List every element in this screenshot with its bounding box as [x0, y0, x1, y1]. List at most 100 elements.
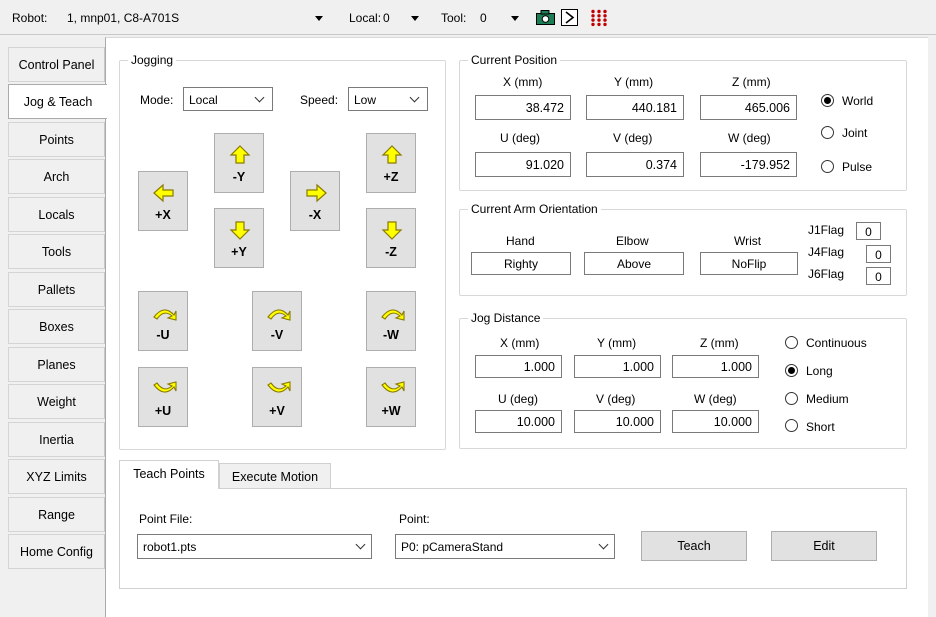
mode-world-radio[interactable] [821, 94, 834, 107]
jog-pos-v-button[interactable]: +V [252, 367, 302, 427]
jog-neg-u-label: -U [156, 328, 170, 342]
j4flag-value: 0 [866, 245, 891, 263]
speed-label: Speed: [300, 93, 339, 107]
dist-w-value[interactable]: 10.000 [672, 410, 759, 433]
dist-medium-radio[interactable] [785, 392, 798, 405]
dist-v-value[interactable]: 10.000 [574, 410, 661, 433]
mode-joint-radio[interactable] [821, 126, 834, 139]
rotate-ccw-icon [379, 302, 405, 324]
jog-neg-x-button[interactable]: -X [290, 171, 340, 231]
point-select[interactable]: P0: pCameraStand [395, 534, 615, 559]
jog-pos-y-button[interactable]: +Y [214, 208, 264, 268]
j1flag-value: 0 [856, 222, 881, 240]
sidebar-tab-pallets[interactable]: Pallets [8, 272, 105, 307]
local-label: Local: [349, 11, 382, 25]
jog-pos-z-button[interactable]: +Z [366, 133, 416, 193]
jog-neg-w-button[interactable]: -W [366, 291, 416, 351]
tab-teach-points[interactable]: Teach Points [119, 460, 219, 489]
sidebar-tab-xyz-limits[interactable]: XYZ Limits [8, 459, 105, 494]
arrow-down-icon [227, 219, 253, 241]
dist-y-value[interactable]: 1.000 [574, 355, 661, 378]
jog-neg-y-label: -Y [232, 170, 246, 184]
pos-w-value: -179.952 [700, 152, 797, 177]
arrow-right-icon [303, 182, 329, 204]
dist-long-radio[interactable] [785, 364, 798, 377]
speed-select-value: Low [354, 93, 377, 107]
rotate-cw-icon [379, 378, 405, 400]
jog-neg-v-label: -V [270, 328, 284, 342]
hand-label: Hand [506, 234, 535, 248]
chevron-down-icon [511, 16, 519, 21]
elbow-value: Above [584, 252, 684, 275]
jog-neg-u-button[interactable]: -U [138, 291, 188, 351]
sidebar-tab-jog-teach[interactable]: Jog & Teach [8, 84, 107, 119]
wrist-value: NoFlip [700, 252, 798, 275]
io-grid-icon[interactable] [590, 9, 608, 27]
edit-button[interactable]: Edit [771, 531, 877, 561]
chevron-down-icon [254, 92, 265, 103]
rotate-ccw-icon [265, 302, 291, 324]
dist-v-label: V (deg) [596, 392, 636, 406]
sidebar-tab-home-config[interactable]: Home Config [8, 534, 105, 569]
sidebar-tab-points[interactable]: Points [8, 122, 105, 157]
pos-w-label: W (deg) [728, 131, 771, 145]
jog-pos-x-button[interactable]: +X [138, 171, 188, 231]
dist-x-label: X (mm) [500, 336, 540, 350]
jog-pos-u-label: +U [154, 404, 172, 418]
robot-toolbar: Robot: 1, mnp01, C8-A701S Local: 0 Tool:… [0, 0, 936, 35]
teach-button[interactable]: Teach [641, 531, 747, 561]
local-select[interactable]: 0 [382, 6, 424, 28]
arrow-left-icon [151, 182, 177, 204]
dist-z-value[interactable]: 1.000 [672, 355, 759, 378]
dist-short-radio[interactable] [785, 419, 798, 432]
sidebar-tab-inertia[interactable]: Inertia [8, 422, 105, 457]
mode-pulse-radio[interactable] [821, 160, 834, 173]
sidebar-tab-locals[interactable]: Locals [8, 197, 105, 232]
play-icon[interactable] [561, 9, 578, 26]
dist-continuous-radio[interactable] [785, 336, 798, 349]
jog-neg-v-button[interactable]: -V [252, 291, 302, 351]
dist-u-value[interactable]: 10.000 [475, 410, 562, 433]
dist-medium-label: Medium [806, 392, 849, 406]
jog-teach-panel: Jogging Mode: Local Speed: Low -Y +Y +X … [105, 37, 928, 617]
jog-distance-group: Jog Distance X (mm) Y (mm) Z (mm) 1.000 … [459, 311, 907, 449]
rotate-cw-icon [151, 378, 177, 400]
tool-label: Tool: [441, 11, 467, 25]
mode-joint-label: Joint [842, 126, 868, 140]
current-position-group: Current Position X (mm) Y (mm) Z (mm) 38… [459, 53, 907, 191]
point-file-select[interactable]: robot1.pts [137, 534, 372, 559]
jog-pos-w-button[interactable]: +W [366, 367, 416, 427]
tool-select[interactable]: 0 [474, 6, 526, 28]
robot-select-value: 1, mnp01, C8-A701S [67, 11, 180, 25]
mode-pulse-label: Pulse [842, 160, 873, 174]
pos-x-label: X (mm) [503, 75, 543, 89]
sidebar-tab-tools[interactable]: Tools [8, 234, 105, 269]
sidebar-tab-planes[interactable]: Planes [8, 347, 105, 382]
jog-neg-y-button[interactable]: -Y [214, 133, 264, 193]
robot-select[interactable]: 1, mnp01, C8-A701S [60, 6, 330, 28]
sidebar-tab-arch[interactable]: Arch [8, 159, 105, 194]
speed-select[interactable]: Low [348, 87, 428, 111]
jog-pos-u-button[interactable]: +U [138, 367, 188, 427]
dist-long-label: Long [806, 364, 833, 378]
dist-x-value[interactable]: 1.000 [475, 355, 562, 378]
jog-pos-x-label: +X [155, 208, 171, 222]
sidebar-tab-weight[interactable]: Weight [8, 384, 105, 419]
jogging-title: Jogging [128, 53, 177, 67]
jog-neg-z-button[interactable]: -Z [366, 208, 416, 268]
elbow-label: Elbow [616, 234, 649, 248]
sidebar-tab-boxes[interactable]: Boxes [8, 309, 105, 344]
camera-icon[interactable] [536, 10, 555, 25]
dist-u-label: U (deg) [498, 392, 539, 406]
dist-short-label: Short [806, 420, 835, 434]
j6flag-value: 0 [866, 267, 891, 285]
sidebar-tab-range[interactable]: Range [8, 497, 105, 532]
mode-select[interactable]: Local [183, 87, 273, 111]
pos-z-value: 465.006 [700, 95, 797, 120]
sidebar-tab-control-panel[interactable]: Control Panel [8, 47, 105, 82]
tab-execute-motion[interactable]: Execute Motion [219, 463, 331, 490]
chevron-down-icon [409, 92, 420, 103]
pos-v-label: V (deg) [613, 131, 653, 145]
tab-teach-points-label: Teach Points [133, 467, 205, 481]
dist-continuous-label: Continuous [806, 336, 867, 350]
